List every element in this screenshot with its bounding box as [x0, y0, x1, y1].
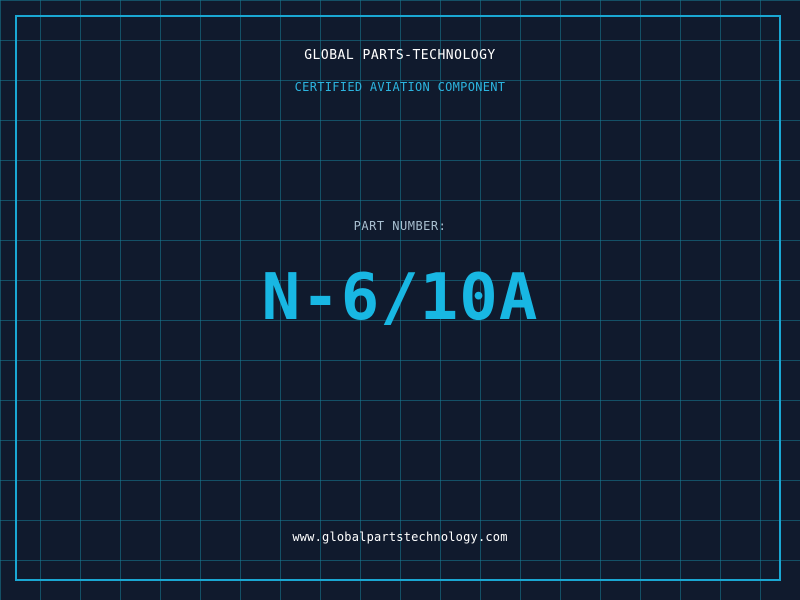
part-label-card: GLOBAL PARTS-TECHNOLOGY CERTIFIED AVIATI… — [0, 0, 800, 600]
part-number-value: N-6/10A — [261, 261, 539, 335]
certification-subtitle: CERTIFIED AVIATION COMPONENT — [294, 80, 506, 94]
part-number-label: PART NUMBER: — [353, 219, 447, 233]
brand-name: GLOBAL PARTS-TECHNOLOGY — [304, 48, 496, 63]
website-url: www.globalpartstechnology.com — [292, 530, 508, 544]
